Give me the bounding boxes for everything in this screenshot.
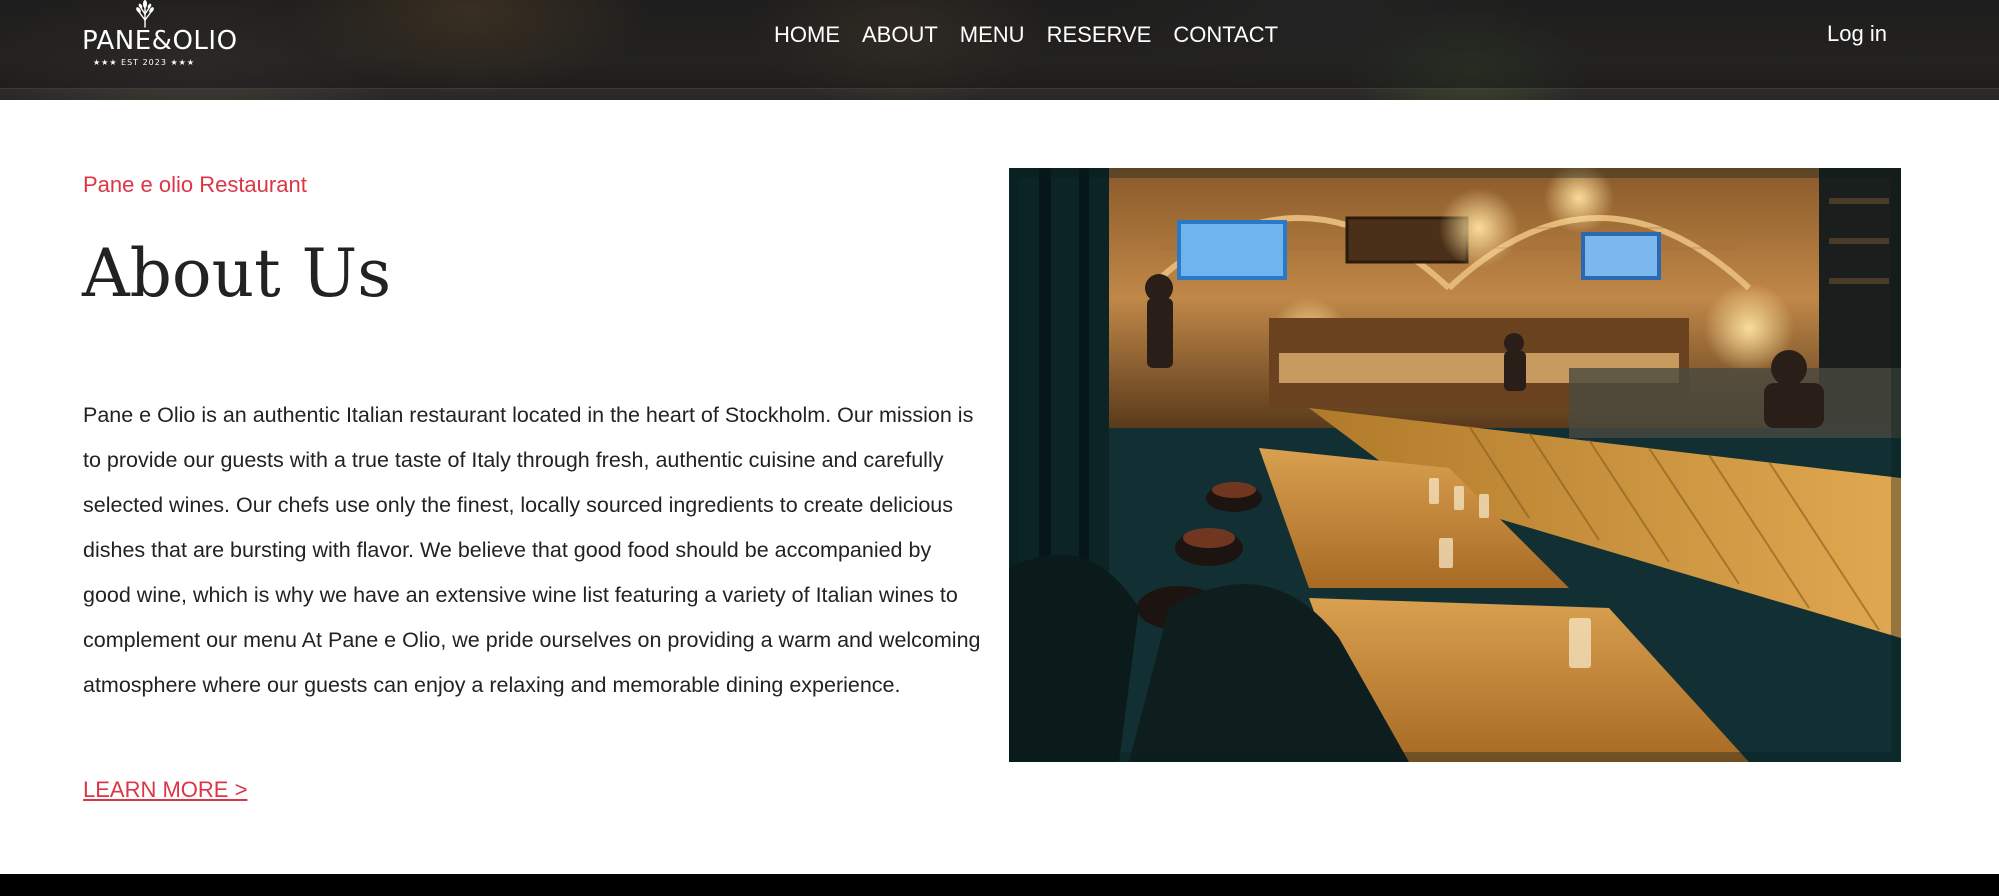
nav-item-home[interactable]: HOME xyxy=(774,22,840,48)
page-title: About Us xyxy=(82,235,392,312)
footer-strip xyxy=(0,874,1999,896)
section-eyebrow: Pane e olio Restaurant xyxy=(83,172,307,197)
nav-item-about[interactable]: ABOUT xyxy=(862,22,938,48)
main-nav: HOME ABOUT MENU RESERVE CONTACT xyxy=(774,21,1278,49)
about-body-text: Pane e Olio is an authentic Italian rest… xyxy=(83,403,981,697)
nav-item-contact[interactable]: CONTACT xyxy=(1173,22,1278,48)
login-link[interactable]: Log in xyxy=(1827,21,1887,47)
logo-tagline: ★★★ EST 2023 ★★★ xyxy=(92,58,196,67)
site-logo[interactable]: PANE&OLIO ★★★ EST 2023 ★★★ xyxy=(82,0,238,70)
site-header: PANE&OLIO ★★★ EST 2023 ★★★ HOME ABOUT ME… xyxy=(0,0,1999,100)
restaurant-interior-illustration xyxy=(1009,168,1901,762)
restaurant-interior-photo xyxy=(1009,168,1901,762)
nav-item-reserve[interactable]: RESERVE xyxy=(1047,22,1152,48)
logo-wordmark: PANE&OLIO xyxy=(82,26,238,56)
nav-item-menu[interactable]: MENU xyxy=(960,22,1025,48)
wheat-olive-branch-icon xyxy=(136,0,154,28)
learn-more-link[interactable]: LEARN MORE > xyxy=(83,776,247,804)
